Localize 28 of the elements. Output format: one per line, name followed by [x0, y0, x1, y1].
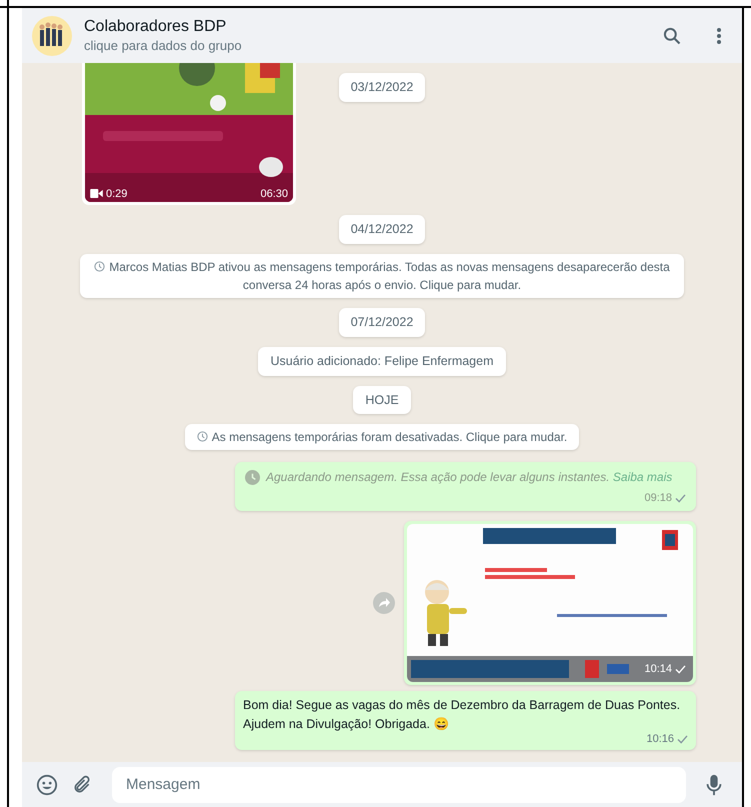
- date-label: 07/12/2022: [338, 308, 426, 336]
- system-notice: Usuário adicionado: Felipe Enfermagem: [258, 346, 506, 376]
- timer-icon: [196, 431, 208, 442]
- date-label: 04/12/2022: [338, 215, 426, 244]
- date-label: HOJE: [353, 386, 411, 414]
- date-label: 03/12/2022: [338, 73, 426, 102]
- system-notice: Marcos Matias BDP ativou as mensagens temporárias. Todas as novas mensagens desaparecerão desta conversa 24 horas após o envio. Clique para mudar.: [80, 254, 684, 298]
- waiting-text: Aguardando mensagem. Essa ação pode levar alguns instantes. Saiba mais: [266, 469, 672, 486]
- group-name[interactable]: Colaboradores BDP: [84, 16, 650, 36]
- message-time: 09:18: [644, 491, 672, 506]
- message-text: Bom dia! Segue as vagas do mês de Dezembro da Barragem de Duas Pontes. Ajudem na Divulgação! Obrigada. 😄: [243, 696, 682, 733]
- message-time: 10:14: [644, 662, 672, 678]
- timer-icon: [94, 260, 106, 272]
- system-notice: As mensagens temporárias foram desativadas. Clique para mudar.: [184, 424, 580, 450]
- clock-icon: [245, 470, 260, 485]
- video-camera-icon: [90, 189, 103, 198]
- paperclip-icon[interactable]: [72, 774, 92, 794]
- video-duration: 0:29: [106, 186, 128, 202]
- search-icon[interactable]: [662, 26, 682, 46]
- menu-icon[interactable]: [716, 26, 722, 44]
- message-time: 06:30: [260, 186, 288, 202]
- learn-more-link[interactable]: Saiba mais: [612, 470, 672, 484]
- emoji-icon[interactable]: [36, 774, 58, 796]
- message-field[interactable]: Mensagem: [112, 766, 686, 802]
- group-avatar[interactable]: [32, 16, 72, 56]
- message-time: 10:16: [646, 732, 674, 747]
- microphone-icon[interactable]: [706, 774, 722, 796]
- group-info-hint[interactable]: clique para dados do grupo: [84, 36, 650, 54]
